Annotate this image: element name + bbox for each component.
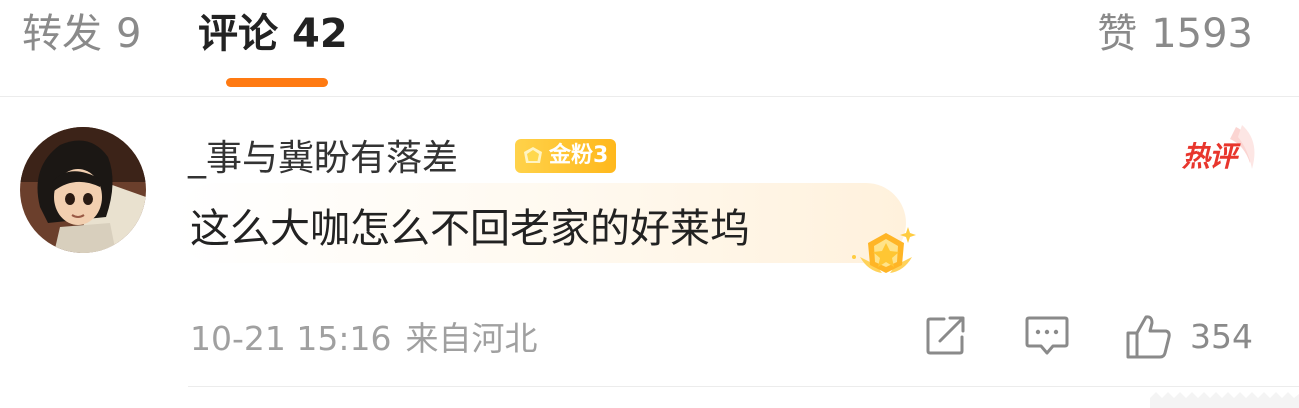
crown-icon: [524, 147, 542, 163]
share-icon[interactable]: [924, 313, 968, 357]
comment-meta: 10-21 15:16 来自河北: [190, 319, 537, 359]
tab-likes-count: 1593: [1151, 11, 1253, 57]
tab-repost[interactable]: 转发 9: [22, 10, 141, 58]
tab-bar: 转发 9 评论 42 赞 1593: [0, 0, 1299, 97]
tab-comments-label: 评论: [198, 11, 278, 57]
medal-icon: [852, 227, 916, 273]
active-tab-indicator: [226, 78, 328, 87]
tab-likes-label: 赞: [1097, 11, 1138, 57]
tab-repost-label: 转发: [22, 11, 102, 57]
comment-icon[interactable]: [1024, 313, 1070, 357]
hot-comment-label: 热评: [1182, 140, 1237, 173]
hot-comment-tag: 热评: [1178, 123, 1258, 179]
avatar[interactable]: [20, 127, 146, 253]
tab-likes[interactable]: 赞 1593: [1097, 10, 1253, 58]
tab-comments-count: 42: [292, 11, 348, 57]
comment-text: 这么大咖怎么不回老家的好莱坞: [190, 206, 750, 252]
comment-location: 来自河北: [405, 319, 538, 358]
like-count: 354: [1190, 317, 1253, 356]
comment-divider: [188, 386, 1299, 387]
page-tear-edge: [1150, 392, 1299, 408]
comment-date: 10-21 15:16: [190, 319, 392, 358]
fan-badge-label: 金粉3: [549, 143, 609, 168]
tab-repost-count: 9: [116, 11, 142, 57]
comment-username[interactable]: _事与冀盼有落差: [188, 137, 458, 181]
like-button[interactable]: 354: [1124, 313, 1256, 361]
comment-item: _事与冀盼有落差 金粉3 热评 这么大咖怎么不回老家的好莱坞 10-21 15:…: [0, 97, 1299, 387]
fan-badge[interactable]: 金粉3: [515, 139, 617, 173]
thumb-up-icon: [1126, 315, 1171, 359]
tab-comments[interactable]: 评论 42: [198, 10, 348, 58]
